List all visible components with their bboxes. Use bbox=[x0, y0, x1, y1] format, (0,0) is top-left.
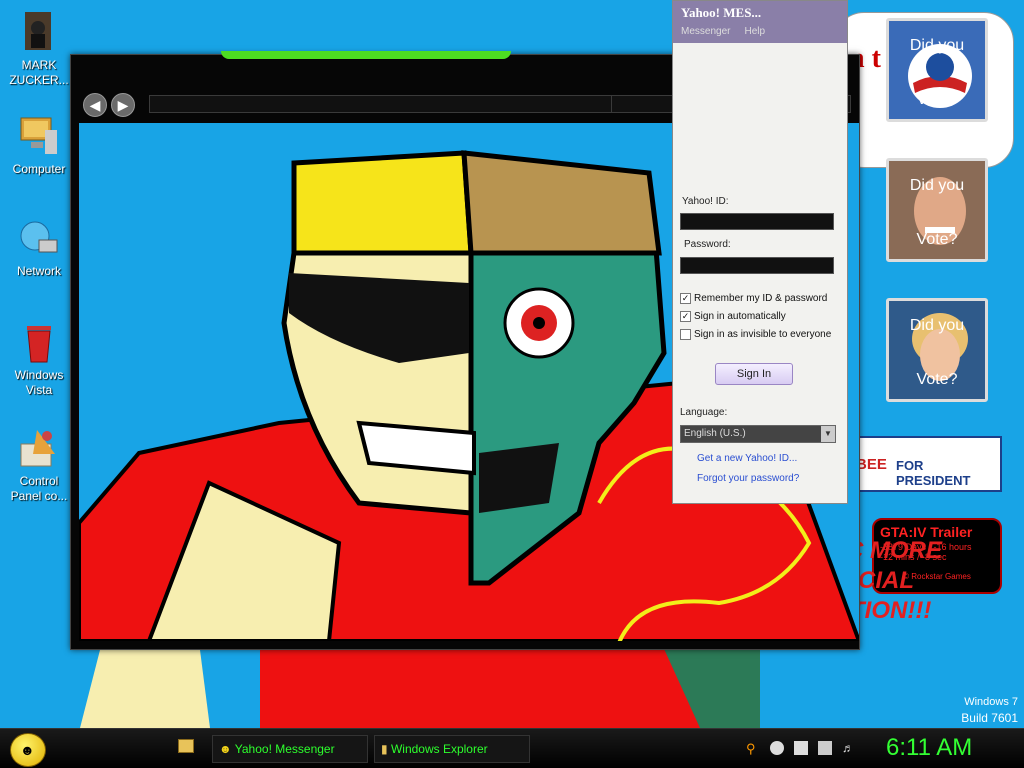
wallpaper-drawing-spill bbox=[80, 640, 760, 728]
windows-watermark: Windows 7 Build 7601 bbox=[961, 694, 1018, 726]
volume-icon[interactable]: ♬ bbox=[842, 741, 856, 755]
desktop-icon-label: Control Panel co... bbox=[10, 474, 68, 503]
invisible-checkbox[interactable]: Sign in as invisible to everyone bbox=[680, 329, 831, 340]
auto-signin-checkbox[interactable]: ✓ Sign in automatically bbox=[680, 311, 786, 322]
flag-icon[interactable] bbox=[794, 741, 808, 755]
desktop-icon-recycle[interactable]: Windows Vista bbox=[4, 318, 74, 398]
back-button[interactable]: ◀ bbox=[83, 93, 107, 117]
gadget-line1: Did you bbox=[909, 37, 965, 54]
control-panel-icon bbox=[20, 430, 55, 467]
remember-checkbox[interactable]: ✓ Remember my ID & password bbox=[680, 293, 827, 304]
desktop-icon-computer[interactable]: Computer bbox=[4, 112, 74, 177]
desktop-icon-label: MARK ZUCKER... bbox=[9, 58, 69, 87]
desktop-icon-mark[interactable]: MARK ZUCKER... bbox=[4, 8, 74, 88]
gadget-line2: Vote? bbox=[916, 231, 958, 248]
forward-button[interactable]: ▶ bbox=[111, 93, 135, 117]
sign-in-button[interactable]: Sign In bbox=[715, 363, 793, 385]
desktop-icon-network[interactable]: Network bbox=[4, 214, 74, 279]
gadget-mccain[interactable]: Did you Vote? bbox=[886, 158, 988, 262]
desktop-icon-label: Computer bbox=[12, 162, 66, 176]
gadget-line1: Did you bbox=[909, 177, 965, 194]
explorer-icon: ▮ bbox=[381, 742, 388, 756]
chevron-down-icon: ▼ bbox=[821, 426, 835, 442]
smiley-icon: ☻ bbox=[219, 742, 232, 756]
yahoo-id-input[interactable] bbox=[680, 213, 834, 230]
yahoo-id-label: Yahoo! ID: bbox=[682, 196, 729, 207]
gadget-line2: Vote? bbox=[916, 91, 958, 108]
task-label: Windows Explorer bbox=[390, 742, 488, 756]
remember-label: Remember my ID & password bbox=[694, 293, 828, 304]
network-icon bbox=[20, 221, 58, 253]
folder-icon[interactable] bbox=[178, 739, 194, 753]
gadget-line2: Vote? bbox=[916, 371, 958, 388]
language-label: Language: bbox=[680, 407, 728, 418]
task-yahoo-messenger[interactable]: ☻ Yahoo! Messenger bbox=[212, 735, 368, 763]
messenger-title: Yahoo! MES... bbox=[681, 5, 762, 20]
task-label: Yahoo! Messenger bbox=[234, 742, 335, 756]
checkbox-box[interactable]: ✓ bbox=[680, 293, 691, 304]
computer-icon bbox=[20, 117, 57, 154]
menu-help[interactable]: Help bbox=[744, 26, 765, 37]
desktop-icon-label: Network bbox=[16, 264, 61, 278]
desktop-icon-control-panel[interactable]: Control Panel co... bbox=[4, 424, 74, 504]
forgot-password-link[interactable]: Forgot your password? bbox=[697, 473, 799, 484]
campaign-banner[interactable]: BEE FOR PRESIDENT bbox=[850, 436, 1002, 492]
language-select[interactable]: English (U.S.) ▼ bbox=[680, 425, 836, 443]
messenger-tray-icon[interactable] bbox=[770, 741, 784, 755]
password-label: Password: bbox=[684, 239, 731, 250]
recycle-bin-icon bbox=[27, 326, 51, 363]
get-new-id-link[interactable]: Get a new Yahoo! ID... bbox=[697, 453, 797, 464]
task-windows-explorer[interactable]: ▮ Windows Explorer bbox=[374, 735, 530, 763]
address-bar[interactable] bbox=[149, 95, 657, 113]
taskbar: ☻ ☻ Yahoo! Messenger ▮ Windows Explorer … bbox=[0, 728, 1024, 768]
search-tray-icon[interactable]: ⚲ bbox=[746, 741, 760, 756]
clock[interactable]: 6:11 AM bbox=[886, 734, 972, 762]
book-icon bbox=[25, 12, 51, 50]
gadget-clinton[interactable]: Did you Vote? bbox=[886, 298, 988, 402]
yahoo-messenger-window[interactable]: Yahoo! MES... Messenger Help Yahoo! ID: … bbox=[672, 0, 848, 504]
language-value: English (U.S.) bbox=[684, 428, 746, 439]
banner-right: FOR PRESIDENT bbox=[896, 458, 971, 488]
gadget-line1: Did you bbox=[909, 317, 965, 334]
checkbox-box[interactable]: ✓ bbox=[680, 311, 691, 322]
messenger-titlebar: Yahoo! MES... Messenger Help bbox=[673, 1, 847, 43]
invisible-label: Sign in as invisible to everyone bbox=[694, 329, 832, 340]
auto-signin-label: Sign in automatically bbox=[694, 311, 786, 322]
password-input[interactable] bbox=[680, 257, 834, 274]
checkbox-box[interactable] bbox=[680, 329, 691, 340]
watermark-line2: Build 7601 bbox=[961, 711, 1018, 725]
watermark-line1: Windows 7 bbox=[964, 696, 1018, 708]
network-tray-icon[interactable] bbox=[818, 741, 832, 755]
menu-messenger[interactable]: Messenger bbox=[681, 26, 730, 37]
window-glow bbox=[221, 51, 511, 59]
gadget-obama[interactable]: Did you Vote? bbox=[886, 18, 988, 122]
desktop-icon-label: Windows Vista bbox=[14, 368, 64, 397]
smiley-icon: ☻ bbox=[20, 742, 35, 758]
banner-left: BEE bbox=[856, 456, 887, 473]
start-button[interactable]: ☻ bbox=[10, 733, 46, 767]
